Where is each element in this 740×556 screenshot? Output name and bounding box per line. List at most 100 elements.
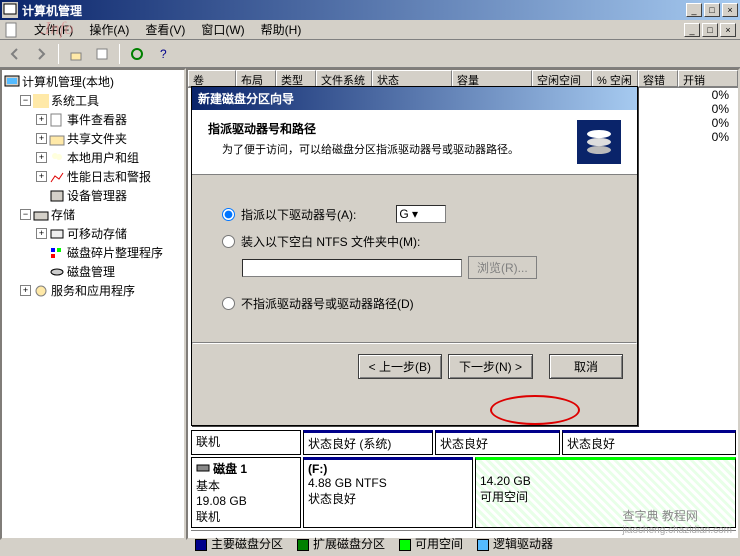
storage-icon — [33, 208, 49, 222]
tree-services[interactable]: +服务和应用程序 — [20, 281, 182, 300]
expand-icon[interactable]: + — [36, 152, 47, 163]
menu-file[interactable]: 文件(F) — [26, 19, 81, 40]
wizard-header: 指派驱动器号和路径 为了便于访问，可以给磁盘分区指派驱动器号或驱动器路径。 — [192, 110, 637, 175]
col-fs[interactable]: 文件系统 — [316, 70, 372, 87]
col-fault[interactable]: 容错 — [638, 70, 678, 87]
doc-icon — [4, 22, 20, 38]
up-button[interactable] — [65, 43, 87, 65]
minimize-button[interactable]: _ — [686, 3, 702, 17]
tree-defrag[interactable]: 磁盘碎片整理程序 — [36, 243, 182, 262]
next-button[interactable]: 下一步(N) > — [448, 354, 533, 379]
mount-path-input — [242, 259, 462, 277]
label-mount-folder: 装入以下空白 NTFS 文件夹中(M): — [241, 233, 420, 250]
col-volume[interactable]: 卷 — [188, 70, 236, 87]
col-capacity[interactable]: 容量 — [452, 70, 532, 87]
device-icon — [49, 189, 65, 203]
wizard-body: 指派以下驱动器号(A): G ▾ 装入以下空白 NTFS 文件夹中(M): 浏览… — [192, 175, 637, 342]
tree-storage[interactable]: −存储 — [20, 205, 182, 224]
wizard-titlebar: 新建磁盘分区向导 — [192, 87, 637, 110]
radio-assign-letter[interactable] — [222, 208, 235, 221]
users-icon — [49, 151, 65, 165]
radio-no-assign[interactable] — [222, 297, 235, 310]
tree-eventviewer[interactable]: +事件查看器 — [36, 110, 182, 129]
tree-root[interactable]: 计算机管理(本地) — [4, 72, 182, 91]
tree-perflogs[interactable]: +性能日志和警报 — [36, 167, 182, 186]
perf-icon — [49, 170, 65, 184]
mdi-close-button[interactable]: × — [720, 23, 736, 37]
menu-help[interactable]: 帮助(H) — [253, 19, 310, 40]
tree-diskmgmt[interactable]: 磁盘管理 — [36, 262, 182, 281]
legend-free-swatch — [399, 539, 411, 551]
volume-good-2[interactable]: 状态良好 — [562, 430, 736, 455]
disk-layout: 联机 状态良好 (系统) 状态良好 状态良好 磁盘 1 基本 19.08 GB … — [191, 430, 736, 556]
forward-button[interactable] — [30, 43, 52, 65]
col-layout[interactable]: 布局 — [236, 70, 276, 87]
services-icon — [33, 284, 49, 298]
refresh-button[interactable] — [126, 43, 148, 65]
app-icon — [2, 2, 18, 18]
disk0-info[interactable]: 联机 — [191, 430, 301, 455]
legend-primary-swatch — [195, 539, 207, 551]
tools-icon — [33, 94, 49, 108]
menu-action[interactable]: 操作(A) — [81, 19, 137, 40]
expand-icon[interactable]: + — [20, 285, 31, 296]
col-status[interactable]: 状态 — [372, 70, 452, 87]
maximize-button[interactable]: □ — [704, 3, 720, 17]
label-assign-letter: 指派以下驱动器号(A): — [241, 206, 356, 223]
tree-root-label: 计算机管理(本地) — [22, 73, 114, 90]
expand-icon[interactable]: + — [36, 133, 47, 144]
tree-systools[interactable]: −系统工具 — [20, 91, 182, 110]
label-no-assign: 不指派驱动器号或驱动器路径(D) — [241, 295, 414, 312]
collapse-icon[interactable]: − — [20, 95, 31, 106]
expand-icon[interactable]: + — [36, 171, 47, 182]
overhead-values: 0% 0% 0% 0% — [706, 88, 735, 144]
disk-icon — [196, 463, 210, 473]
legend-extended-swatch — [297, 539, 309, 551]
help-button[interactable]: ? — [152, 43, 174, 65]
folder-shared-icon — [49, 132, 65, 146]
disk1-info[interactable]: 磁盘 1 基本 19.08 GB 联机 — [191, 457, 301, 528]
browse-button: 浏览(R)... — [468, 256, 537, 279]
mdi-maximize-button[interactable]: □ — [702, 23, 718, 37]
mdi-minimize-button[interactable]: _ — [684, 23, 700, 37]
back-button[interactable]: < 上一步(B) — [358, 354, 442, 379]
toolbar: ? — [0, 40, 740, 68]
tree-shared[interactable]: +共享文件夹 — [36, 129, 182, 148]
window-title: 计算机管理 — [22, 2, 686, 19]
volume-good-1[interactable]: 状态良好 — [435, 430, 560, 455]
removable-icon — [49, 227, 65, 241]
window-titlebar: 计算机管理 _ □ × — [0, 0, 740, 20]
defrag-icon — [49, 246, 65, 260]
wizard-subheading: 为了便于访问，可以给磁盘分区指派驱动器号或驱动器路径。 — [208, 141, 577, 157]
wizard-heading: 指派驱动器号和路径 — [208, 120, 577, 137]
menu-view[interactable]: 查看(V) — [137, 19, 193, 40]
col-overhead[interactable]: 开销 — [678, 70, 738, 87]
close-button[interactable]: × — [722, 3, 738, 17]
col-free[interactable]: 空闲空间 — [532, 70, 592, 87]
col-pctfree[interactable]: % 空闲 — [592, 70, 638, 87]
back-button[interactable] — [4, 43, 26, 65]
computer-icon — [4, 75, 20, 89]
volume-system[interactable]: 状态良好 (系统) — [303, 430, 433, 455]
tree-users[interactable]: +本地用户和组 — [36, 148, 182, 167]
menu-window[interactable]: 窗口(W) — [193, 19, 252, 40]
legend-logical-swatch — [477, 539, 489, 551]
properties-button[interactable] — [91, 43, 113, 65]
menu-bar: 文件(F) 操作(A) 查看(V) 窗口(W) 帮助(H) _ □ × — [0, 20, 740, 40]
expand-icon[interactable]: + — [36, 114, 47, 125]
cancel-button[interactable]: 取消 — [549, 354, 623, 379]
col-type[interactable]: 类型 — [276, 70, 316, 87]
volume-f[interactable]: (F:) 4.88 GB NTFS 状态良好 — [303, 457, 473, 528]
new-partition-wizard: 新建磁盘分区向导 指派驱动器号和路径 为了便于访问，可以给磁盘分区指派驱动器号或… — [191, 86, 638, 426]
tree-pane[interactable]: 计算机管理(本地) −系统工具 +事件查看器 +共享文件夹 +本地用户和组 +性… — [0, 68, 186, 540]
event-icon — [49, 113, 65, 127]
drive-letter-select[interactable]: G ▾ — [396, 205, 446, 223]
collapse-icon[interactable]: − — [20, 209, 31, 220]
tree-removable[interactable]: +可移动存储 — [36, 224, 182, 243]
disk-stack-icon — [577, 120, 621, 164]
tree-devmgr[interactable]: 设备管理器 — [36, 186, 182, 205]
expand-icon[interactable]: + — [36, 228, 47, 239]
disk-icon — [49, 265, 65, 279]
svg-text:?: ? — [160, 47, 167, 61]
radio-mount-folder[interactable] — [222, 235, 235, 248]
